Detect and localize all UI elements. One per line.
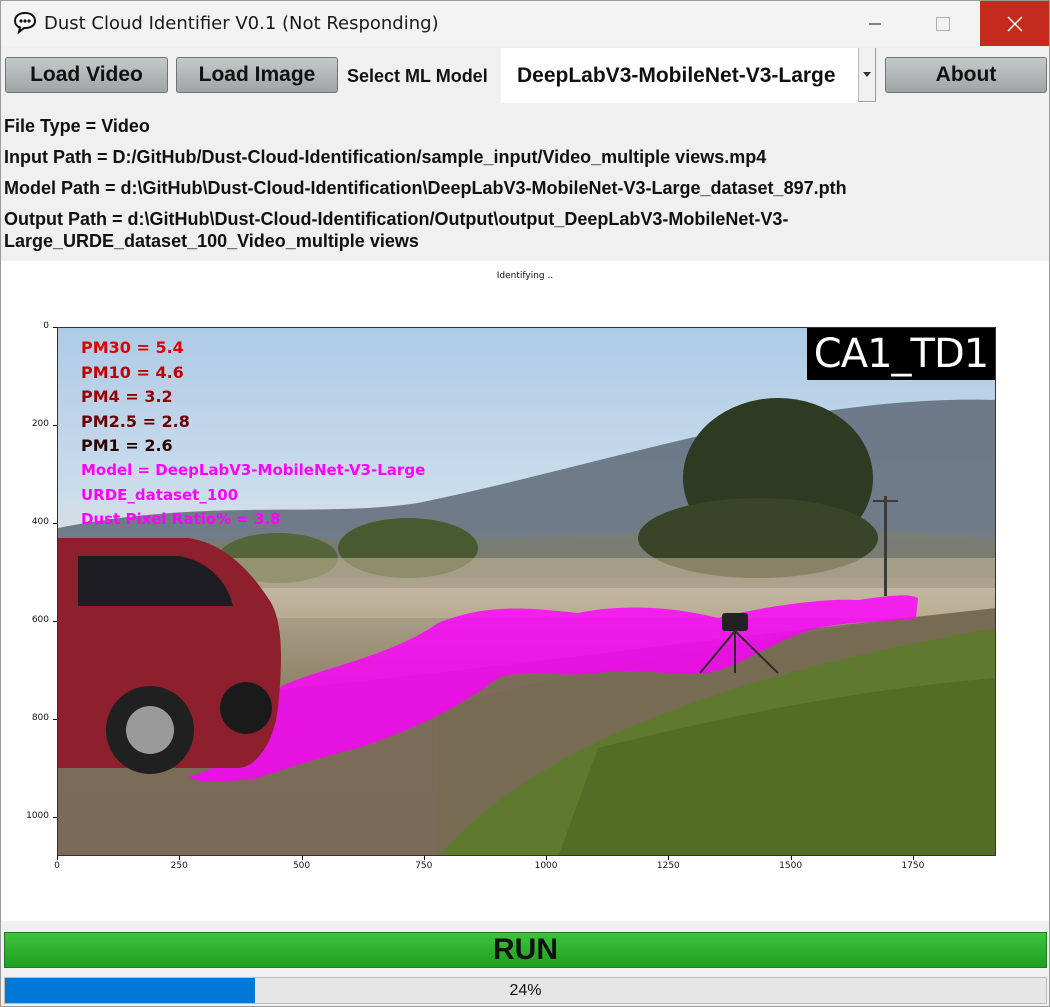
title-bar[interactable]: Dust Cloud Identifier V0.1 (Not Respondi… [1, 1, 1049, 46]
select-model-label: Select ML Model [347, 66, 488, 86]
load-video-button[interactable]: Load Video [5, 57, 168, 93]
y-tick-mark [53, 327, 57, 328]
speech-bubble-icon [13, 11, 37, 35]
model-dropdown-arrow[interactable] [858, 48, 876, 102]
progress-bar: 24% [4, 977, 1047, 1004]
y-tick-mark [53, 816, 57, 818]
video-frame: PM30 = 5.4 PM10 = 4.6 PM4 = 3.2 PM2.5 = … [57, 327, 996, 856]
window-title: Dust Cloud Identifier V0.1 (Not Respondi… [44, 13, 439, 34]
plot-area: Identifying .. PM30 = 5.4 PM10 = 4.6 PM4… [1, 261, 1049, 921]
x-tick-mark [57, 856, 58, 860]
x-tick-mark [179, 856, 181, 860]
model-select-value: DeepLabV3-MobileNet-V3-Large [517, 64, 836, 87]
y-tick-label: 0 [43, 321, 49, 331]
maximize-icon [936, 16, 950, 31]
x-tick-mark [668, 856, 670, 860]
camera-label: CA1_TD1 [807, 328, 995, 380]
y-tick-label: 400 [31, 516, 49, 527]
overlay-pm30: PM30 = 5.4 [81, 338, 184, 357]
run-button[interactable]: RUN [4, 932, 1047, 968]
plot-status-text: Identifying .. [496, 271, 554, 281]
x-tick-label: 250 [170, 861, 188, 871]
close-button[interactable] [980, 1, 1049, 46]
input-path-text: Input Path = D:/GitHub/Dust-Cloud-Identi… [4, 147, 767, 167]
close-icon [1006, 15, 1023, 32]
overlay-pm25: PM2.5 = 2.8 [81, 412, 190, 431]
chevron-down-icon [863, 71, 871, 77]
minimize-button[interactable] [841, 1, 909, 46]
model-select[interactable]: DeepLabV3-MobileNet-V3-Large [501, 48, 876, 103]
x-tick-label: 1500 [779, 861, 803, 871]
overlay-pm1: PM1 = 2.6 [81, 436, 173, 455]
about-button[interactable]: About [885, 57, 1047, 93]
video-frame-scene [58, 398, 995, 855]
x-tick-mark [301, 856, 303, 860]
y-tick-label: 600 [31, 614, 49, 625]
x-tick-label: 500 [292, 861, 311, 871]
minimize-icon [869, 23, 881, 24]
app-window: Dust Cloud Identifier V0.1 (Not Respondi… [0, 0, 1050, 1007]
y-tick-mark [53, 718, 57, 720]
maximize-button[interactable] [909, 1, 977, 46]
x-tick-label: 1250 [656, 861, 680, 871]
x-tick-label: 750 [415, 861, 433, 871]
x-tick-mark [912, 856, 914, 860]
overlay-pm4: PM4 = 3.2 [81, 387, 173, 406]
x-tick-mark [546, 856, 548, 860]
y-tick-label: 200 [31, 418, 49, 429]
y-tick-mark [53, 522, 57, 524]
y-tick-mark [53, 424, 57, 426]
overlay-pm10: PM10 = 4.6 [81, 363, 184, 382]
progress-text: 24% [509, 982, 542, 999]
x-tick-mark [423, 856, 425, 860]
y-tick-label: 1000 [26, 810, 49, 821]
output-path-text-continued: Large_URDE_dataset_100_Video_multiple vi… [4, 231, 419, 251]
x-tick-label: 1000 [534, 861, 558, 871]
y-tick-mark [53, 620, 57, 622]
x-tick-mark [790, 856, 792, 860]
x-tick-label: 1750 [901, 861, 925, 871]
y-tick-label: 800 [31, 712, 49, 723]
overlay-dataset: URDE_dataset_100 [81, 486, 239, 504]
model-path-text: Model Path = d:\GitHub\Dust-Cloud-Identi… [4, 178, 847, 198]
x-tick-label: 0 [54, 861, 60, 871]
overlay-model: Model = DeepLabV3-MobileNet-V3-Large [81, 461, 426, 479]
file-type-text: File Type = Video [4, 116, 150, 136]
overlay-dust-ratio: Dust Pixel Ratio% = 3.8 [81, 510, 281, 528]
load-image-button[interactable]: Load Image [176, 57, 338, 93]
output-path-text: Output Path = d:\GitHub\Dust-Cloud-Ident… [4, 209, 789, 229]
